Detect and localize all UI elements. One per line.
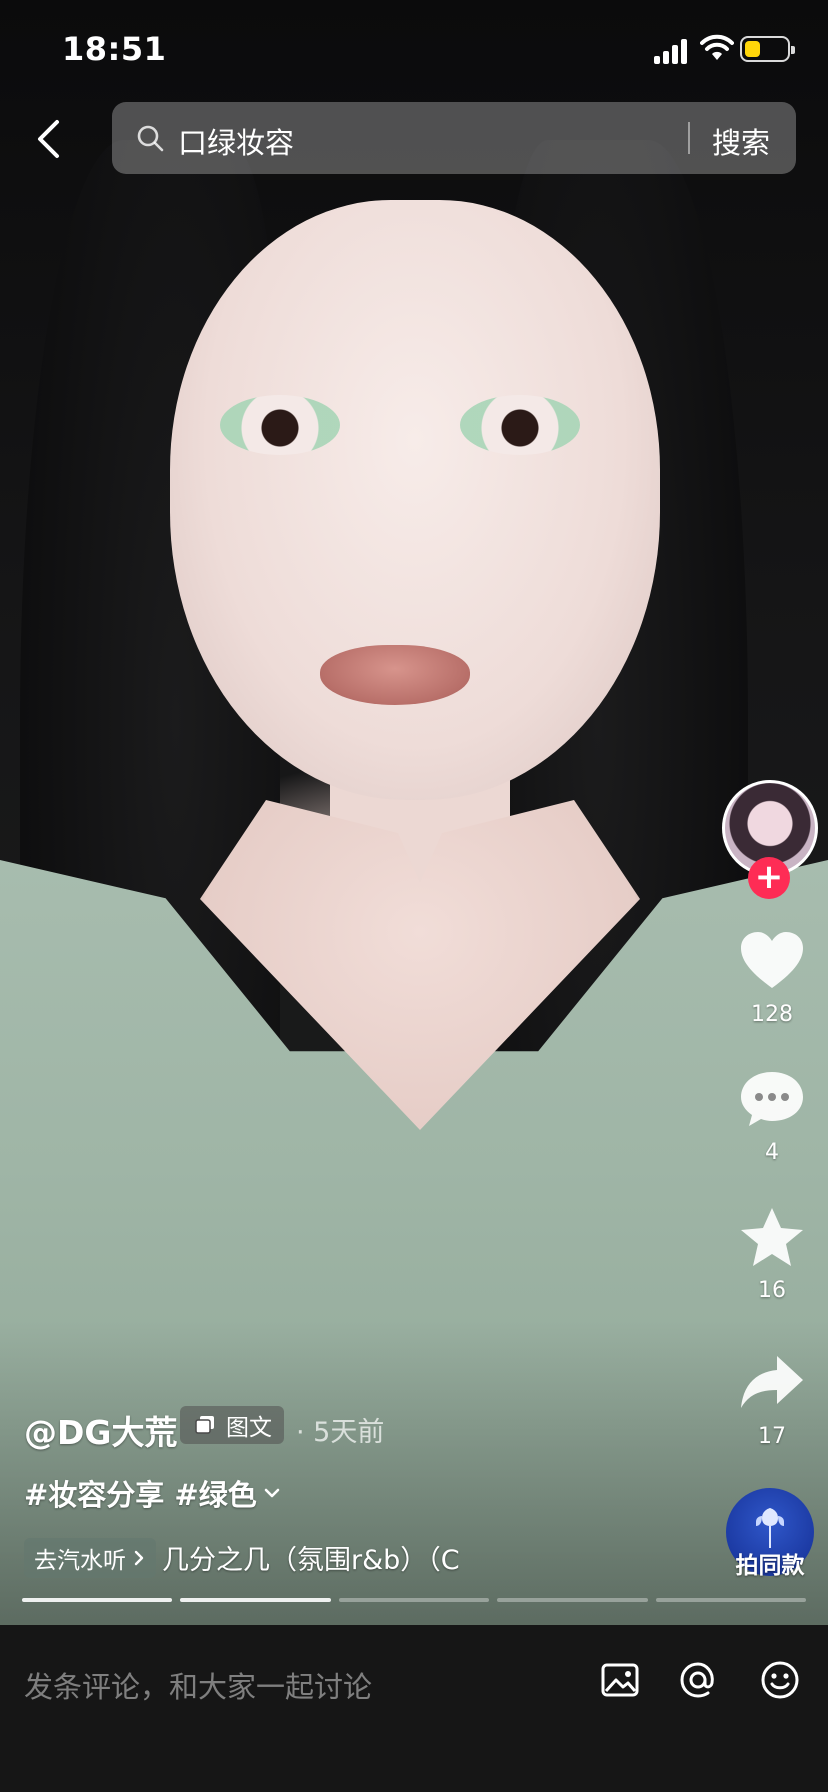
chevron-right-icon xyxy=(134,1550,144,1566)
emoji-icon[interactable] xyxy=(758,1658,802,1702)
author-name[interactable]: @DG大荒 xyxy=(24,1406,177,1454)
share-button[interactable]: 17 xyxy=(730,1350,814,1449)
search-input[interactable]: 口绿妆容 xyxy=(178,120,294,162)
like-count: 128 xyxy=(751,1002,793,1027)
image-stack-icon xyxy=(195,1416,214,1434)
comment-button[interactable]: 4 xyxy=(730,1066,814,1165)
left-eye xyxy=(220,395,340,455)
right-eye xyxy=(460,395,580,455)
status-bar: 18:51 xyxy=(0,0,828,96)
heart-icon xyxy=(741,932,803,988)
music-app-chip[interactable]: 去汽水听 xyxy=(24,1538,156,1578)
image-progress xyxy=(22,1598,807,1602)
share-count: 17 xyxy=(758,1424,786,1449)
favorite-count: 16 xyxy=(758,1278,786,1303)
face xyxy=(170,200,660,800)
same-style-label[interactable]: 拍同款 xyxy=(724,1546,816,1580)
post-image[interactable] xyxy=(0,0,828,1625)
star-icon xyxy=(741,1208,803,1266)
chevron-down-icon[interactable] xyxy=(263,1486,281,1500)
post-type-label: 图文 xyxy=(226,1415,272,1441)
status-time: 18:51 xyxy=(62,30,167,68)
chevron-left-icon xyxy=(38,120,59,158)
image-picker-icon[interactable] xyxy=(598,1658,642,1702)
signal-icon xyxy=(654,38,690,64)
search-icon xyxy=(137,125,164,152)
progress-segment xyxy=(655,1598,807,1602)
music-app-label: 去汽水听 xyxy=(34,1548,126,1574)
search-button[interactable]: 搜索 xyxy=(712,120,770,162)
progress-segment xyxy=(497,1598,648,1602)
battery-icon xyxy=(740,36,795,62)
comment-bar xyxy=(0,1625,828,1792)
hashtags-text[interactable]: #妆容分享 #绿色 xyxy=(24,1472,257,1514)
follow-button[interactable]: + xyxy=(748,857,790,899)
comment-bubble-icon xyxy=(741,1072,803,1126)
post-time: · 5天前 xyxy=(296,1417,385,1448)
hashtags[interactable]: #妆容分享 #绿色 xyxy=(24,1472,281,1514)
share-arrow-icon xyxy=(741,1356,803,1408)
search-divider xyxy=(688,122,690,154)
post-type-chip: 图文 xyxy=(180,1406,284,1444)
mention-at-icon[interactable] xyxy=(676,1658,720,1702)
comment-input[interactable]: 发条评论，和大家一起讨论 xyxy=(24,1664,372,1706)
music-title[interactable]: 几分之几（氛围r&b）（C xyxy=(162,1538,497,1577)
lips xyxy=(320,645,470,705)
wifi-icon xyxy=(700,34,734,60)
favorite-button[interactable]: 16 xyxy=(730,1204,814,1303)
back-button[interactable] xyxy=(28,114,68,164)
like-button[interactable]: 128 xyxy=(730,928,814,1027)
progress-segment xyxy=(180,1598,331,1602)
search-bar[interactable]: 口绿妆容 搜索 xyxy=(112,102,796,174)
progress-segment xyxy=(338,1598,490,1602)
comment-count: 4 xyxy=(765,1140,779,1165)
progress-segment xyxy=(22,1598,173,1602)
